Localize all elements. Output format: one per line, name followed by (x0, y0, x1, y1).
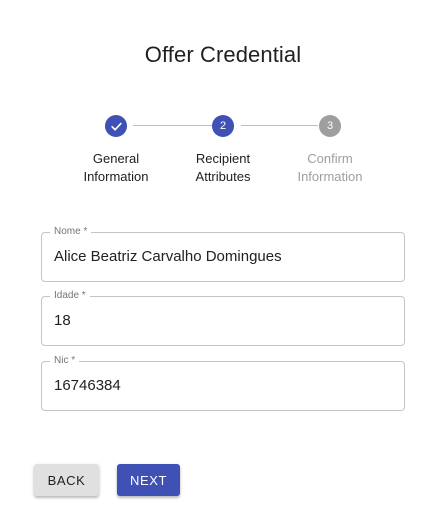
step-2-label: Recipient Attributes (163, 150, 283, 186)
step-2-label-line1: Recipient (195, 151, 251, 166)
step-2-circle: 2 (212, 115, 234, 137)
step-2-number: 2 (219, 119, 227, 132)
step-1-label-line2: Information (83, 169, 149, 184)
step-confirm-information: 3 Confirm Information (270, 115, 390, 186)
step-1-circle (105, 115, 127, 137)
next-button[interactable]: NEXT (117, 464, 180, 496)
step-3-label-line2: Information (297, 169, 363, 184)
dialog-title: Offer Credential (144, 42, 302, 67)
step-1-label-line1: General (92, 151, 140, 166)
idade-field[interactable]: Idade * 18 (41, 289, 405, 346)
step-3-label-line1: Confirm (307, 151, 353, 166)
step-3-number: 3 (326, 119, 334, 132)
step-3-circle: 3 (319, 115, 341, 137)
step-2-label-line2: Attributes (195, 169, 251, 184)
back-button[interactable]: BACK (34, 464, 99, 496)
idade-field-value[interactable]: 18 (54, 312, 71, 329)
step-1-label: General Information (56, 150, 176, 186)
check-icon (110, 122, 122, 131)
nic-field[interactable]: Nic * 16746384 (41, 354, 405, 411)
nic-field-label: Nic * (50, 354, 80, 368)
idade-field-label: Idade * (50, 289, 90, 303)
step-general-information: General Information (56, 115, 176, 186)
step-3-label: Confirm Information (270, 150, 390, 186)
step-recipient-attributes: 2 Recipient Attributes (163, 115, 283, 186)
nome-field-label: Nome * (50, 225, 92, 239)
nome-field[interactable]: Nome * Alice Beatriz Carvalho Domingues (41, 225, 405, 282)
nic-field-value[interactable]: 16746384 (54, 377, 121, 394)
nome-field-value[interactable]: Alice Beatriz Carvalho Domingues (54, 248, 282, 265)
